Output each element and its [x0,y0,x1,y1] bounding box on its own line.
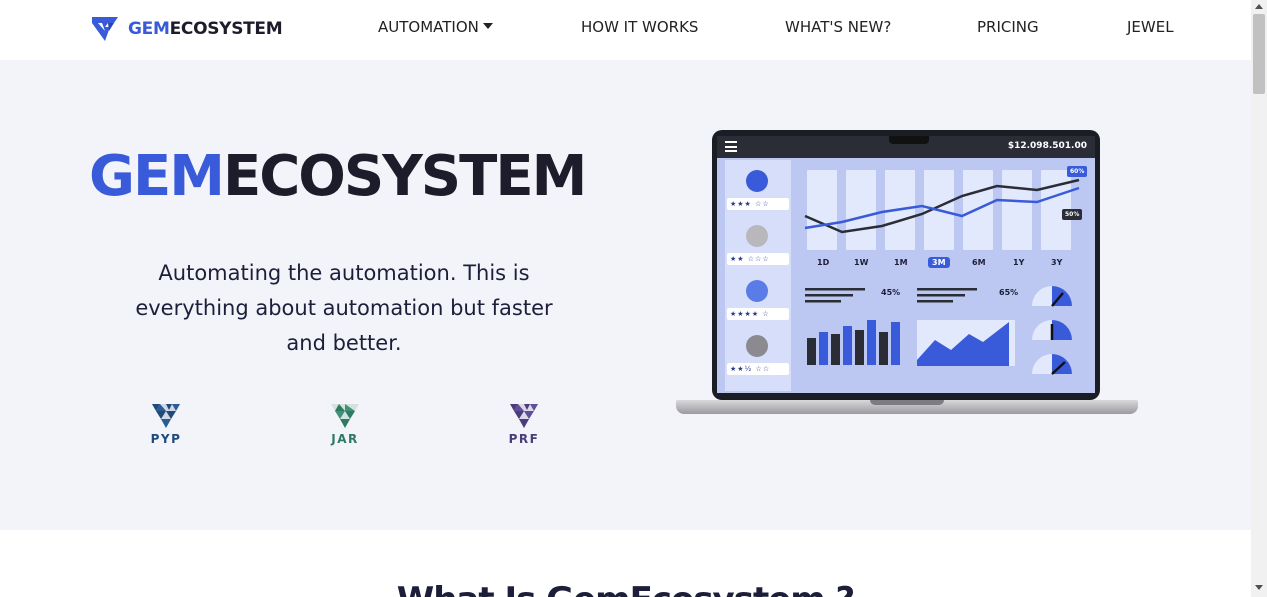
caret-down-icon [482,23,493,29]
scroll-up-arrow-icon[interactable] [1255,4,1263,9]
balance-value: $12.098.501.00 [1007,141,1087,151]
laptop-illustration: $12.098.501.00 ★★★ ☆☆ ★★ ☆☆☆ ★★★★ ☆ ★★½ … [676,130,1138,426]
dashboard-area-chart [917,320,1015,366]
brand-jar[interactable]: JAR [315,400,375,446]
stat-lines [805,288,977,303]
laptop-base-lip [870,400,944,405]
scroll-thumb[interactable] [1253,14,1265,94]
rating-stars: ★★★ ☆☆ [727,198,789,210]
top-navigation: GEMECOSYSTEM AUTOMATION HOW IT WORKS WHA… [0,0,1251,60]
diamond-icon [331,404,359,428]
nav-item-jewel[interactable]: JEWEL [1127,18,1174,36]
period-1w: 1W [854,258,869,267]
chart-badge-top: 60% [1067,166,1088,177]
period-3m: 3M [928,257,950,268]
stat-left-value: 45% [881,288,901,297]
rating-stars: ★★½ ☆☆ [727,363,789,375]
nav-item-whats-new[interactable]: WHAT'S NEW? [785,18,891,36]
chart-badge-bottom: 50% [1062,209,1083,220]
brand-prf[interactable]: PRF [494,400,554,446]
nav-item-label: AUTOMATION [378,18,479,36]
avatar [746,280,768,302]
gem-logo-icon [92,17,118,41]
dashboard-sidebar: ★★★ ☆☆ ★★ ☆☆☆ ★★★★ ☆ ★★½ ☆☆ [725,160,791,391]
camera-notch [889,136,929,144]
period-1m: 1M [894,258,908,267]
rating-stars: ★★★★ ☆ [727,308,789,320]
period-1d: 1D [817,258,830,267]
brand-pyp[interactable]: PYP [136,400,196,446]
brand-name: JAR [331,432,359,446]
laptop-screen-frame: $12.098.501.00 ★★★ ☆☆ ★★ ☆☆☆ ★★★★ ☆ ★★½ … [712,130,1100,400]
hero-title: GEMECOSYSTEM [89,144,587,209]
period-6m: 6M [972,258,986,267]
page-scrollbar[interactable] [1251,0,1267,597]
period-1y: 1Y [1013,258,1025,267]
nav-item-pricing[interactable]: PRICING [977,18,1039,36]
rating-stars: ★★ ☆☆☆ [727,253,789,265]
avatar [746,335,768,357]
brand-name: PYP [150,432,182,446]
site-logo[interactable]: GEMECOSYSTEM [88,13,283,45]
avatar [746,225,768,247]
section-title: What Is GemEcosystem ? [0,580,1251,597]
dashboard-line-chart [804,170,1080,250]
nav-item-automation[interactable]: AUTOMATION [378,18,493,36]
brand-name: PRF [508,432,540,446]
hamburger-menu-icon [725,141,737,152]
dashboard-screen: $12.098.501.00 ★★★ ☆☆ ★★ ☆☆☆ ★★★★ ☆ ★★½ … [717,136,1095,393]
avatar [746,170,768,192]
dashboard-bar-chart [807,320,900,365]
hero-tagline: Automating the automation. This is every… [135,261,553,355]
logo-text: GEMECOSYSTEM [128,19,283,39]
diamond-icon [152,404,180,428]
dashboard-gauges [1032,286,1072,375]
hero-section: GEMECOSYSTEM Automating the automation. … [0,60,1251,530]
stat-right-value: 65% [999,288,1019,297]
diamond-icon [510,404,538,428]
nav-item-how-it-works[interactable]: HOW IT WORKS [581,18,698,36]
scroll-down-arrow-icon[interactable] [1255,585,1263,590]
period-3y: 3Y [1051,258,1063,267]
